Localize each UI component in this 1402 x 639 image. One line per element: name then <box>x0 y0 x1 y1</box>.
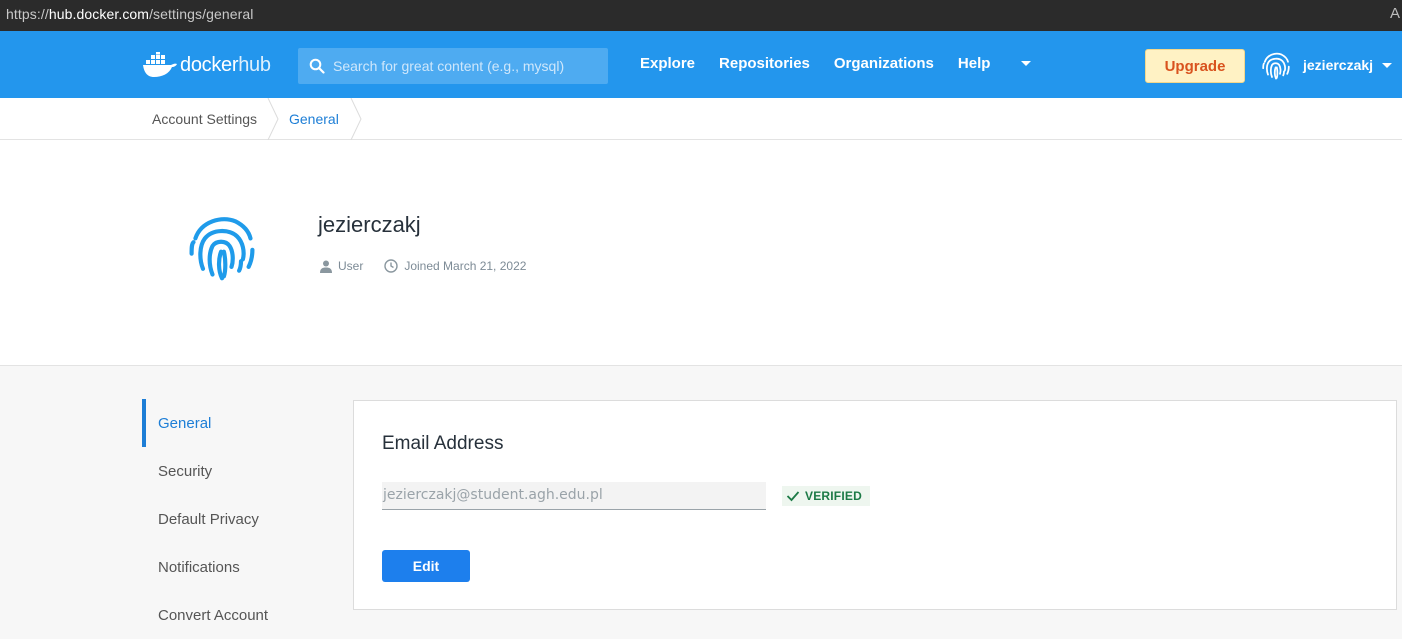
brand-docker: docker <box>180 53 239 76</box>
profile-meta: User Joined March 21, 2022 <box>320 259 526 273</box>
nav-explore[interactable]: Explore <box>640 55 695 72</box>
search-icon <box>309 58 325 74</box>
breadcrumb-separator-icon <box>267 98 279 140</box>
profile-joined: Joined March 21, 2022 <box>384 259 526 273</box>
reader-mode-icon[interactable]: A <box>1390 5 1400 22</box>
url-host: hub.docker.com <box>48 6 150 22</box>
nav-repositories[interactable]: Repositories <box>719 55 810 72</box>
profile-role-label: User <box>338 259 364 273</box>
browser-url-bar[interactable]: https://hub.docker.com/settings/general … <box>0 0 1402 31</box>
sidebar-item-notifications[interactable]: Notifications <box>142 543 332 591</box>
brand-text: dockerhub <box>180 54 271 77</box>
status-badge-label: VERIFIED <box>805 489 862 503</box>
nav-help-label: Help <box>957 55 991 72</box>
url-prefix: https:// <box>6 6 49 22</box>
breadcrumb-general[interactable]: General <box>289 111 339 127</box>
email-card-title: Email Address <box>382 433 504 454</box>
profile-role: User <box>320 259 363 273</box>
upgrade-button[interactable]: Upgrade <box>1145 49 1245 83</box>
profile-joined-label: Joined March 21, 2022 <box>404 259 527 273</box>
url-path: /settings/general <box>149 6 254 22</box>
sidebar-item-default-privacy[interactable]: Default Privacy <box>142 495 332 543</box>
checkmark-icon <box>786 491 800 502</box>
nav-links: Explore Repositories Organizations Help <box>640 55 1055 72</box>
edit-button[interactable]: Edit <box>382 550 470 582</box>
breadcrumb-account-settings[interactable]: Account Settings <box>152 111 257 127</box>
docker-whale-icon <box>143 52 177 77</box>
user-menu[interactable]: jezierczakj <box>1260 49 1393 81</box>
status-badge: VERIFIED <box>782 486 870 506</box>
profile-name: jezierczakj <box>318 212 421 237</box>
clock-icon <box>384 259 399 273</box>
profile-header: jezierczakj User Joined March 21, 2022 <box>0 140 1402 366</box>
search-box[interactable] <box>298 48 608 84</box>
email-field: jezierczakj@student.agh.edu.pl <box>382 482 766 510</box>
chevron-down-icon <box>1021 61 1032 66</box>
email-address-card: Email Address jezierczakj@student.agh.ed… <box>353 400 1397 610</box>
avatar <box>1260 49 1292 81</box>
username-label: jezierczakj <box>1303 57 1374 73</box>
url-text[interactable]: https://hub.docker.com/settings/general <box>6 6 254 22</box>
breadcrumb: Account Settings General <box>0 98 1402 140</box>
chevron-down-icon <box>1382 62 1393 68</box>
brand-hub: hub <box>238 53 271 76</box>
nav-help[interactable]: Help <box>958 55 1032 72</box>
user-icon <box>320 260 332 273</box>
fingerprint-icon <box>1262 52 1290 80</box>
sidebar-item-security[interactable]: Security <box>142 447 332 495</box>
sidebar-item-general[interactable]: General <box>142 399 332 447</box>
top-navbar: dockerhub Explore Repositories Organizat… <box>0 31 1402 98</box>
sidebar-item-convert-account[interactable]: Convert Account <box>142 591 332 639</box>
docker-hub-logo[interactable]: dockerhub <box>142 51 271 79</box>
nav-organizations[interactable]: Organizations <box>834 55 934 72</box>
settings-sidebar: General Security Default Privacy Notific… <box>142 399 332 639</box>
breadcrumb-separator-icon <box>350 98 362 140</box>
profile-avatar-fingerprint-icon <box>189 217 255 281</box>
search-input[interactable] <box>333 58 603 74</box>
